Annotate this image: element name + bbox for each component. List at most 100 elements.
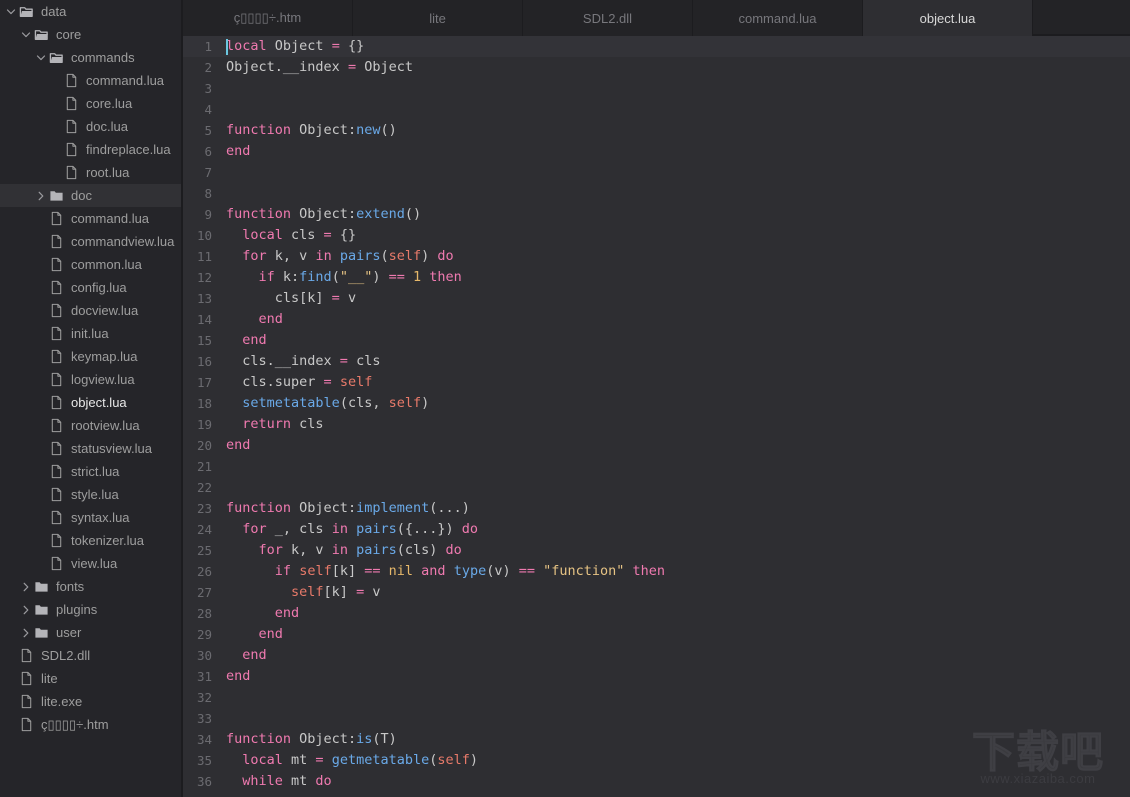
tab-object-lua[interactable]: object.lua xyxy=(863,0,1033,36)
line-text[interactable]: for k, v in pairs(cls) do xyxy=(226,540,1130,561)
code-line[interactable]: 14 end xyxy=(183,309,1130,330)
code-line[interactable]: 22 xyxy=(183,477,1130,498)
line-text[interactable]: end xyxy=(226,624,1130,645)
line-text[interactable]: local cls = {} xyxy=(226,225,1130,246)
line-text[interactable]: local mt = getmetatable(self) xyxy=(226,750,1130,771)
tree-item-common-lua[interactable]: common.lua xyxy=(0,253,181,276)
line-text[interactable]: Object.__index = Object xyxy=(226,57,1130,78)
tree-item-object-lua[interactable]: object.lua xyxy=(0,391,181,414)
tree-item-rootview-lua[interactable]: rootview.lua xyxy=(0,414,181,437)
tree-item-keymap-lua[interactable]: keymap.lua xyxy=(0,345,181,368)
tree-item-tokenizer-lua[interactable]: tokenizer.lua xyxy=(0,529,181,552)
tree-item-commandview-lua[interactable]: commandview.lua xyxy=(0,230,181,253)
code-line[interactable]: 9 function Object:extend() xyxy=(183,204,1130,225)
line-text[interactable] xyxy=(226,708,1130,729)
line-text[interactable] xyxy=(226,456,1130,477)
chevron-right-icon[interactable] xyxy=(19,605,33,615)
code-line[interactable]: 26 if self[k] == nil and type(v) == "fun… xyxy=(183,561,1130,582)
code-line[interactable]: 11 for k, v in pairs(self) do xyxy=(183,246,1130,267)
tree-item-strict-lua[interactable]: strict.lua xyxy=(0,460,181,483)
code-line[interactable]: 20 end xyxy=(183,435,1130,456)
code-line[interactable]: 8 xyxy=(183,183,1130,204)
line-text[interactable] xyxy=(226,99,1130,120)
code-line[interactable]: 13 cls[k] = v xyxy=(183,288,1130,309)
file-tree-sidebar[interactable]: data core commands command.lua core.lua doc.l… xyxy=(0,0,183,797)
tree-item-commands[interactable]: commands xyxy=(0,46,181,69)
tree-item-root-lua[interactable]: root.lua xyxy=(0,161,181,184)
line-text[interactable]: return cls xyxy=(226,414,1130,435)
line-text[interactable] xyxy=(226,78,1130,99)
code-line[interactable]: 31 end xyxy=(183,666,1130,687)
line-text[interactable]: while mt do xyxy=(226,771,1130,792)
code-line[interactable]: 28 end xyxy=(183,603,1130,624)
tree-item-docview-lua[interactable]: docview.lua xyxy=(0,299,181,322)
code-line[interactable]: 36 while mt do xyxy=(183,771,1130,792)
line-text[interactable]: end xyxy=(226,141,1130,162)
code-line[interactable]: 34 function Object:is(T) xyxy=(183,729,1130,750)
tab-htm[interactable]: ç▯▯▯▯÷.htm xyxy=(183,0,353,36)
tab-sdl2-dll[interactable]: SDL2.dll xyxy=(523,0,693,36)
code-line[interactable]: 23 function Object:implement(...) xyxy=(183,498,1130,519)
code-editor[interactable]: 1 local Object = {} 2 Object.__index = Obje… xyxy=(183,36,1130,797)
code-content[interactable]: 1 local Object = {} 2 Object.__index = Obje… xyxy=(183,36,1130,792)
code-line[interactable]: 32 xyxy=(183,687,1130,708)
line-text[interactable]: function Object:new() xyxy=(226,120,1130,141)
tab-bar[interactable]: ç▯▯▯▯÷.htm lite SDL2.dll command.lua object.… xyxy=(183,0,1130,36)
line-text[interactable]: end xyxy=(226,645,1130,666)
line-text[interactable] xyxy=(226,687,1130,708)
code-line[interactable]: 3 xyxy=(183,78,1130,99)
line-text[interactable] xyxy=(226,477,1130,498)
code-line[interactable]: 35 local mt = getmetatable(self) xyxy=(183,750,1130,771)
line-text[interactable]: cls.super = self xyxy=(226,372,1130,393)
tree-item-syntax-lua[interactable]: syntax.lua xyxy=(0,506,181,529)
chevron-down-icon[interactable] xyxy=(4,7,18,17)
line-text[interactable]: end xyxy=(226,435,1130,456)
tree-item-sdl2-dll[interactable]: SDL2.dll xyxy=(0,644,181,667)
tree-item-view-lua[interactable]: view.lua xyxy=(0,552,181,575)
code-line[interactable]: 27 self[k] = v xyxy=(183,582,1130,603)
chevron-right-icon[interactable] xyxy=(19,628,33,638)
tree-item-command-lua[interactable]: command.lua xyxy=(0,207,181,230)
tree-item-config-lua[interactable]: config.lua xyxy=(0,276,181,299)
chevron-right-icon[interactable] xyxy=(19,582,33,592)
chevron-right-icon[interactable] xyxy=(34,191,48,201)
line-text[interactable]: end xyxy=(226,603,1130,624)
tree-item-user[interactable]: user xyxy=(0,621,181,644)
tree-item-logview-lua[interactable]: logview.lua xyxy=(0,368,181,391)
line-text[interactable]: function Object:extend() xyxy=(226,204,1130,225)
tree-item-fonts[interactable]: fonts xyxy=(0,575,181,598)
code-line[interactable]: 21 xyxy=(183,456,1130,477)
tree-item-doc[interactable]: doc xyxy=(0,184,181,207)
tree-item-findreplace-lua[interactable]: findreplace.lua xyxy=(0,138,181,161)
code-line[interactable]: 16 cls.__index = cls xyxy=(183,351,1130,372)
tree-item-lite-exe[interactable]: lite.exe xyxy=(0,690,181,713)
line-text[interactable]: if k:find("__") == 1 then xyxy=(226,267,1130,288)
code-line[interactable]: 6 end xyxy=(183,141,1130,162)
code-line[interactable]: 25 for k, v in pairs(cls) do xyxy=(183,540,1130,561)
tree-item-htm[interactable]: ç▯▯▯▯÷.htm xyxy=(0,713,181,736)
line-text[interactable]: function Object:is(T) xyxy=(226,729,1130,750)
line-text[interactable]: end xyxy=(226,666,1130,687)
line-text[interactable]: setmetatable(cls, self) xyxy=(226,393,1130,414)
code-line[interactable]: 30 end xyxy=(183,645,1130,666)
code-line[interactable]: 17 cls.super = self xyxy=(183,372,1130,393)
code-line[interactable]: 10 local cls = {} xyxy=(183,225,1130,246)
code-line[interactable]: 18 setmetatable(cls, self) xyxy=(183,393,1130,414)
tree-item-doc-lua[interactable]: doc.lua xyxy=(0,115,181,138)
tree-item-init-lua[interactable]: init.lua xyxy=(0,322,181,345)
code-line[interactable]: 12 if k:find("__") == 1 then xyxy=(183,267,1130,288)
tree-item-statusview-lua[interactable]: statusview.lua xyxy=(0,437,181,460)
code-line[interactable]: 29 end xyxy=(183,624,1130,645)
code-line[interactable]: 19 return cls xyxy=(183,414,1130,435)
code-line[interactable]: 4 xyxy=(183,99,1130,120)
chevron-down-icon[interactable] xyxy=(34,53,48,63)
line-text[interactable]: end xyxy=(226,330,1130,351)
line-text[interactable]: self[k] = v xyxy=(226,582,1130,603)
chevron-down-icon[interactable] xyxy=(19,30,33,40)
tree-item-plugins[interactable]: plugins xyxy=(0,598,181,621)
tree-item-lite[interactable]: lite xyxy=(0,667,181,690)
code-line[interactable]: 24 for _, cls in pairs({...}) do xyxy=(183,519,1130,540)
line-text[interactable]: cls.__index = cls xyxy=(226,351,1130,372)
line-text[interactable]: local Object = {} xyxy=(226,36,1130,57)
code-line[interactable]: 5 function Object:new() xyxy=(183,120,1130,141)
